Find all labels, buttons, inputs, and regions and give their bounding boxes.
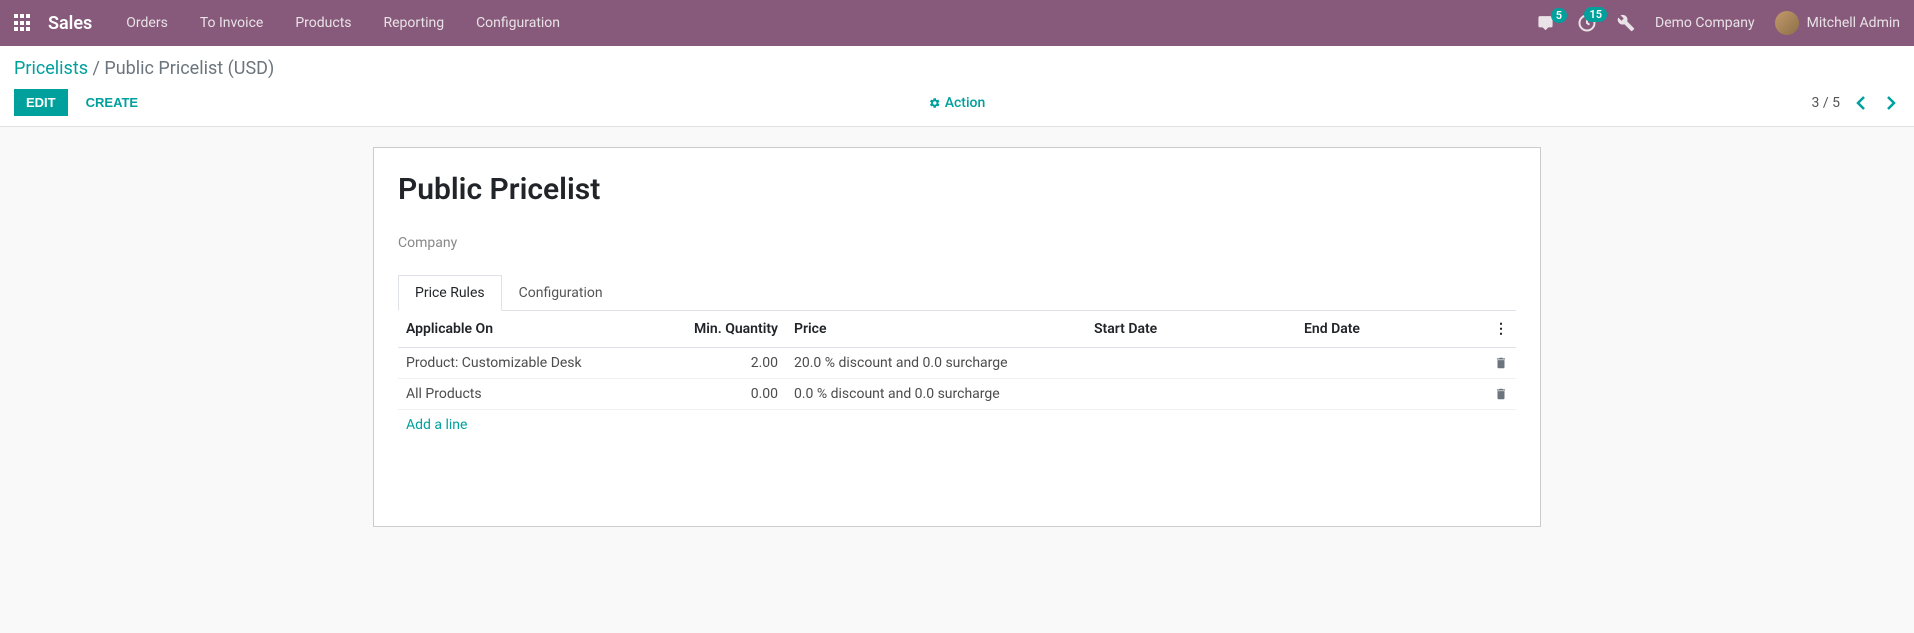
cell-end-date (1296, 379, 1486, 410)
app-name[interactable]: Sales (48, 13, 92, 34)
debug-icon[interactable] (1617, 14, 1635, 32)
pager-value[interactable]: 3 / 5 (1812, 95, 1840, 111)
col-start-date: Start Date (1086, 311, 1296, 348)
nav-item-reporting[interactable]: Reporting (368, 0, 461, 46)
breadcrumb: Pricelists / Public Pricelist (USD) (0, 46, 1914, 83)
activities-badge: 15 (1584, 7, 1607, 22)
col-price: Price (786, 311, 1086, 348)
action-label: Action (945, 95, 986, 111)
main-area: Public Pricelist Company Price Rules Con… (0, 127, 1914, 567)
chevron-right-icon (1886, 95, 1896, 111)
nav-item-to-invoice[interactable]: To Invoice (184, 0, 280, 46)
user-menu[interactable]: Mitchell Admin (1775, 11, 1900, 35)
avatar (1775, 11, 1799, 35)
add-line-button[interactable]: Add a line (406, 417, 467, 433)
cell-start-date (1086, 379, 1296, 410)
breadcrumb-parent[interactable]: Pricelists (14, 58, 88, 79)
navbar-left: Sales Orders To Invoice Products Reporti… (14, 0, 576, 46)
kebab-icon: ⋮ (1494, 321, 1508, 337)
price-rules-table: Applicable On Min. Quantity Price Start … (398, 311, 1516, 440)
main-navbar: Sales Orders To Invoice Products Reporti… (0, 0, 1914, 46)
cell-price: 0.0 % discount and 0.0 surcharge (786, 379, 1086, 410)
breadcrumb-sep: / (88, 58, 104, 79)
edit-button[interactable]: Edit (14, 89, 68, 116)
pager-prev[interactable] (1852, 91, 1870, 115)
breadcrumb-current: Public Pricelist (USD) (104, 58, 274, 79)
cell-min-qty: 2.00 (656, 348, 786, 379)
gear-icon (929, 97, 941, 109)
delete-row-button[interactable] (1494, 356, 1508, 370)
tab-configuration[interactable]: Configuration (502, 275, 620, 310)
col-options[interactable]: ⋮ (1486, 311, 1516, 348)
nav-item-configuration[interactable]: Configuration (460, 0, 576, 46)
user-name: Mitchell Admin (1807, 15, 1900, 31)
col-min-qty: Min. Quantity (656, 311, 786, 348)
company-switcher[interactable]: Demo Company (1655, 15, 1755, 31)
pager-next[interactable] (1882, 91, 1900, 115)
cell-price: 20.0 % discount and 0.0 surcharge (786, 348, 1086, 379)
cell-end-date (1296, 348, 1486, 379)
tabs: Price Rules Configuration (398, 275, 1516, 311)
nav-menu: Orders To Invoice Products Reporting Con… (110, 0, 576, 46)
page-title: Public Pricelist (398, 172, 1516, 207)
create-button[interactable]: Create (74, 89, 150, 116)
cell-applicable-on: Product: Customizable Desk (398, 348, 656, 379)
activities-icon[interactable]: 15 (1577, 13, 1597, 33)
col-applicable-on: Applicable On (398, 311, 656, 348)
delete-row-button[interactable] (1494, 387, 1508, 401)
table-row[interactable]: Product: Customizable Desk 2.00 20.0 % d… (398, 348, 1516, 379)
cell-start-date (1086, 348, 1296, 379)
company-field-label: Company (398, 235, 1516, 251)
cp-buttons: Edit Create (14, 89, 150, 116)
apps-icon[interactable] (14, 14, 32, 32)
table-row[interactable]: All Products 0.00 0.0 % discount and 0.0… (398, 379, 1516, 410)
col-end-date: End Date (1296, 311, 1486, 348)
form-sheet: Public Pricelist Company Price Rules Con… (373, 147, 1541, 527)
cell-min-qty: 0.00 (656, 379, 786, 410)
messaging-icon[interactable]: 5 (1537, 14, 1557, 32)
nav-item-orders[interactable]: Orders (110, 0, 184, 46)
cell-applicable-on: All Products (398, 379, 656, 410)
trash-icon (1494, 356, 1508, 370)
pager: 3 / 5 (1812, 91, 1900, 115)
navbar-right: 5 15 Demo Company Mitchell Admin (1537, 11, 1900, 35)
chevron-left-icon (1856, 95, 1866, 111)
action-dropdown[interactable]: Action (929, 95, 986, 111)
control-panel: Pricelists / Public Pricelist (USD) Edit… (0, 46, 1914, 127)
tab-price-rules[interactable]: Price Rules (398, 275, 502, 311)
trash-icon (1494, 387, 1508, 401)
nav-item-products[interactable]: Products (279, 0, 367, 46)
messages-badge: 5 (1551, 8, 1567, 23)
